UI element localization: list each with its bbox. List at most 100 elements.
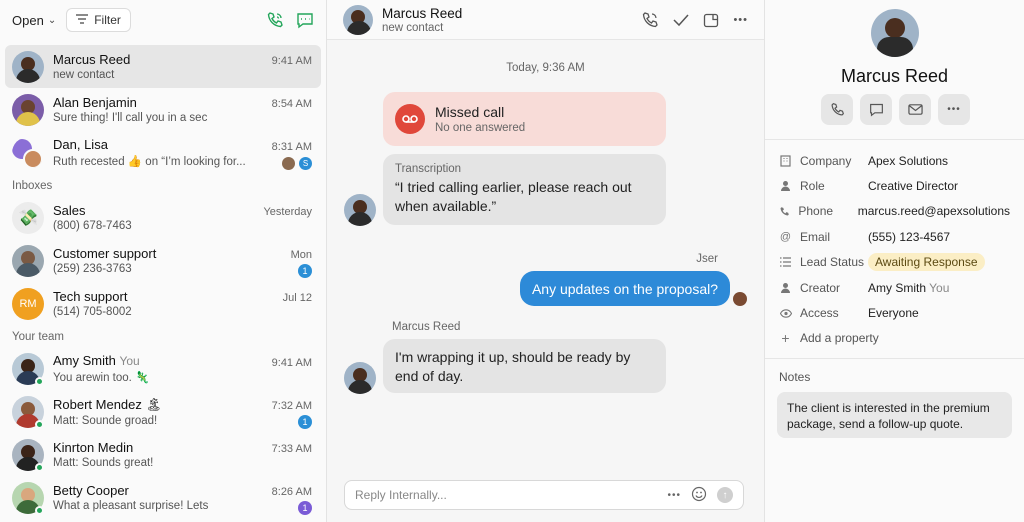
conversation-preview: Matt: Sounde groad! — [53, 414, 158, 427]
reply-input[interactable] — [355, 488, 668, 502]
new-call-icon[interactable] — [266, 11, 284, 29]
participant-badge: S — [299, 157, 312, 170]
team-item-kinrton-medin[interactable]: Kinrton Medin Matt: Sounds great! 7:33 A… — [5, 433, 321, 476]
contact-header: Marcus Reed ••• — [765, 0, 1024, 140]
inbox-item-customer-support[interactable]: Customer support (259) 236-3763 Mon 1 — [5, 239, 321, 282]
conversation-item-alan-benjamin[interactable]: Alan Benjamin Sure thing! I'll call you … — [5, 88, 321, 131]
new-message-icon[interactable] — [296, 11, 314, 29]
phone-icon — [779, 206, 790, 217]
property-value: (555) 123-4567 — [868, 229, 951, 244]
participant-avatar — [282, 157, 295, 170]
property-label: Creator — [800, 280, 841, 295]
read-receipt-avatar — [733, 292, 747, 306]
property-label: Phone — [798, 204, 834, 219]
property-creator[interactable]: Creator Amy Smith You — [765, 275, 1024, 300]
property-value: Apex Solutions — [868, 153, 949, 168]
property-company[interactable]: Company Apex Solutions — [765, 148, 1024, 173]
more-options-button[interactable]: ••• — [733, 14, 748, 26]
missed-call-subtitle: No one answered — [435, 122, 526, 134]
property-value: Creative Director — [868, 179, 959, 194]
message-contact-button[interactable] — [860, 94, 892, 125]
conversation-time: 9:41 AM — [271, 55, 312, 67]
online-indicator — [35, 506, 44, 515]
unread-badge: 1 — [298, 501, 312, 515]
sender-avatar — [344, 362, 376, 394]
conversation-time: Jul 12 — [282, 292, 312, 304]
more-options-button[interactable]: ••• — [667, 490, 681, 501]
inbox-name: Customer support — [53, 246, 157, 261]
conversation-sidebar: Open ⌄ Filter Marcus Reed new contact 9:… — [0, 0, 327, 522]
conversation-item-dan-lisa[interactable]: Dan, Lisa Ruth recested 👍 on “I’m lookin… — [5, 131, 321, 174]
conversation-list: Marcus Reed new contact 9:41 AM Alan Ben… — [0, 45, 326, 174]
building-icon — [779, 155, 792, 167]
send-arrow-icon[interactable]: ↑ — [717, 487, 733, 503]
contact-more-button[interactable]: ••• — [938, 94, 970, 125]
property-phone[interactable]: Phone marcus.reed@apexsolutions — [765, 199, 1024, 224]
missed-call-card[interactable]: Missed call No one answered — [383, 92, 666, 146]
team-heading: Your team — [12, 331, 64, 343]
inbox-item-sales[interactable]: 💸 Sales (800) 678-7463 Yesterday — [5, 196, 321, 239]
missed-call-title: Missed call — [435, 104, 505, 120]
contact-avatar[interactable] — [343, 4, 373, 35]
open-label: Open — [12, 12, 44, 28]
panel-toggle-icon[interactable] — [703, 12, 719, 28]
conversation-time: 9:41 AM — [271, 357, 312, 369]
reply-composer: ••• ↑ — [344, 480, 744, 510]
inbox-item-tech-support[interactable]: RM Tech support (514) 705-8002 Jul 12 — [5, 282, 321, 325]
avatar — [12, 244, 44, 277]
note-card[interactable]: The client is interested in the premium … — [777, 392, 1012, 438]
filter-button[interactable]: Filter — [66, 8, 131, 32]
unread-badge: 1 — [298, 264, 312, 278]
chat-contact-name: Marcus Reed — [382, 5, 463, 21]
property-access[interactable]: Access Everyone — [765, 300, 1024, 325]
conversation-text: Customer support (259) 236-3763 — [53, 246, 314, 275]
sender-avatar — [344, 194, 376, 226]
sidebar-toolbar: Open ⌄ Filter — [0, 0, 326, 40]
chat-header-actions: ••• — [641, 11, 748, 29]
conversation-text: Tech support (514) 705-8002 — [53, 289, 314, 318]
mail-icon — [907, 104, 923, 115]
contact-actions: ••• — [821, 94, 970, 125]
sidebar-top-actions — [266, 11, 314, 29]
contact-properties: Company Apex Solutions Role Creative Dir… — [765, 140, 1024, 359]
online-indicator — [35, 463, 44, 472]
inbox-number: (259) 236-3763 — [53, 263, 132, 275]
property-value: marcus.reed@apexsolutions — [857, 204, 1010, 219]
money-icon: 💸 — [12, 201, 44, 234]
filter-label: Filter — [94, 13, 121, 27]
eye-icon — [779, 308, 792, 318]
checkmark-icon[interactable] — [673, 13, 689, 27]
emoji-icon[interactable] — [691, 486, 707, 505]
inbox-number: (800) 678-7463 — [53, 220, 132, 232]
add-property-button[interactable]: + Add a property — [765, 326, 1024, 351]
open-filter-dropdown[interactable]: Open ⌄ — [12, 13, 56, 28]
call-icon[interactable] — [641, 11, 659, 29]
conversation-time: 7:32 AM — [271, 400, 312, 412]
status-badge[interactable]: Awaiting Response — [868, 253, 985, 272]
property-role[interactable]: Role Creative Director — [765, 173, 1024, 198]
chat-panel: Marcus Reed new contact ••• Today, 9:36 … — [327, 0, 765, 522]
conversation-time: Yesterday — [263, 206, 312, 218]
add-property-label: Add a property — [800, 331, 879, 346]
phone-icon — [830, 102, 844, 116]
conversation-item-marcus-reed[interactable]: Marcus Reed new contact 9:41 AM — [5, 45, 321, 88]
outgoing-sender-name: Jser — [696, 253, 718, 265]
team-item-amy-smith[interactable]: Amy Smith You You arewin too. 🦎 9:41 AM — [5, 347, 321, 390]
outgoing-message: Any updates on the proposal? — [519, 271, 730, 306]
property-label: Lead Status — [800, 255, 865, 270]
conversation-time: 8:54 AM — [271, 98, 312, 110]
avatar — [12, 93, 44, 126]
call-contact-button[interactable] — [821, 94, 853, 125]
team-item-betty-cooper[interactable]: Betty Cooper What a pleasant surprise! L… — [5, 476, 321, 519]
property-email[interactable]: @ Email (555) 123-4567 — [765, 224, 1024, 249]
voicemail-icon — [395, 104, 425, 134]
team-item-robert-mendez[interactable]: Robert Mendez 🏝 Matt: Sounde groad! 7:32… — [5, 390, 321, 433]
online-indicator — [35, 420, 44, 429]
inbox-number: (514) 705-8002 — [53, 306, 132, 318]
contact-avatar — [871, 9, 919, 57]
transcription-bubble: Transcription “I tried calling earlier, … — [383, 154, 666, 225]
email-contact-button[interactable] — [899, 94, 931, 125]
contact-panel: Marcus Reed ••• Company Apex Solutions R… — [765, 0, 1024, 522]
property-lead-status[interactable]: Lead Status Awaiting Response — [765, 250, 1024, 275]
property-label: Access — [800, 306, 839, 321]
